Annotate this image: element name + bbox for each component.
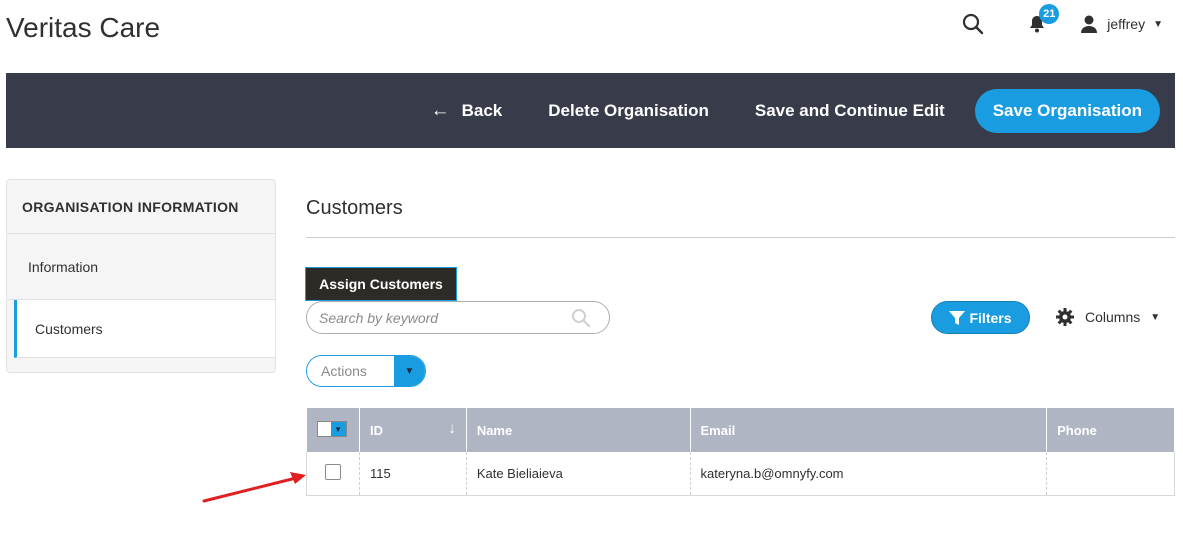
column-header-label: ID: [369, 422, 383, 438]
actions-label: Actions: [307, 356, 394, 386]
header-actions: 21 jeffrey ▼: [961, 4, 1163, 38]
arrow-left-icon: ←: [430, 99, 450, 121]
row-checkbox[interactable]: [325, 463, 341, 480]
columns-dropdown[interactable]: Columns ▼: [1055, 307, 1160, 327]
actions-dropdown[interactable]: Actions ▼: [306, 355, 426, 387]
notification-count-badge: 21: [1039, 4, 1060, 24]
cell-phone: [1046, 452, 1175, 496]
annotation-arrow-icon: [202, 472, 306, 503]
notifications-bell[interactable]: 21: [1025, 4, 1060, 36]
cell-email: kateryna.b@omnyfy.com: [690, 452, 1048, 496]
gear-icon: [1056, 308, 1074, 326]
delete-organisation-button[interactable]: Delete Organisation: [548, 101, 709, 121]
filters-label: Filters: [969, 309, 1012, 326]
save-organisation-button[interactable]: Save Organisation: [974, 88, 1160, 133]
search-input[interactable]: [319, 309, 559, 326]
keyword-search: [306, 301, 610, 334]
mass-select-dropdown[interactable]: ▼: [316, 421, 347, 437]
assign-customers-button[interactable]: Assign Customers: [305, 267, 457, 301]
sidebar-panel: ORGANISATION INFORMATION Information Cus…: [6, 179, 276, 373]
back-button[interactable]: ← Back: [431, 100, 503, 122]
row-select-cell: [306, 452, 360, 496]
user-icon: [1081, 15, 1098, 33]
column-header-phone[interactable]: Phone: [1046, 408, 1175, 452]
search-icon[interactable]: [571, 308, 591, 328]
filters-button[interactable]: Filters: [931, 301, 1030, 334]
table-header-row: ▼ ID ↓ Name Email Phone: [306, 408, 1175, 452]
page-title: Veritas Care: [6, 12, 161, 43]
cell-id: 115: [359, 452, 467, 496]
column-header-name[interactable]: Name: [466, 408, 691, 452]
page-action-bar: ← Back Delete Organisation Save and Cont…: [6, 73, 1175, 148]
column-header-id[interactable]: ID ↓: [359, 408, 467, 452]
select-all-checkbox[interactable]: [317, 422, 331, 436]
cell-name: Kate Bieliaieva: [466, 452, 691, 496]
customers-grid: ▼ ID ↓ Name Email Phone 115 Kate Bieliai…: [306, 408, 1175, 496]
filter-icon: [949, 310, 966, 325]
user-menu[interactable]: jeffrey ▼: [1079, 14, 1163, 34]
table-row[interactable]: 115 Kate Bieliaieva kateryna.b@omnyfy.co…: [306, 452, 1175, 496]
user-name: jeffrey: [1107, 16, 1146, 32]
chevron-down-icon: ▼: [1150, 311, 1161, 323]
columns-label: Columns: [1085, 309, 1141, 325]
column-header-email[interactable]: Email: [690, 408, 1048, 452]
section-divider: [306, 237, 1175, 238]
sidebar-item-customers[interactable]: Customers: [14, 300, 275, 358]
search-icon[interactable]: [961, 12, 985, 36]
mass-select-header: ▼: [306, 408, 360, 452]
sort-arrow-down-icon: ↓: [448, 420, 456, 437]
sidebar-item-information[interactable]: Information: [7, 234, 275, 300]
chevron-down-icon: ▼: [330, 422, 346, 436]
sidebar-title: ORGANISATION INFORMATION: [7, 180, 275, 234]
chevron-down-icon: ▼: [1153, 18, 1163, 30]
back-label: Back: [461, 100, 503, 120]
section-title: Customers: [306, 197, 403, 219]
chevron-down-icon: ▼: [394, 356, 425, 386]
save-and-continue-button[interactable]: Save and Continue Edit: [755, 101, 945, 121]
